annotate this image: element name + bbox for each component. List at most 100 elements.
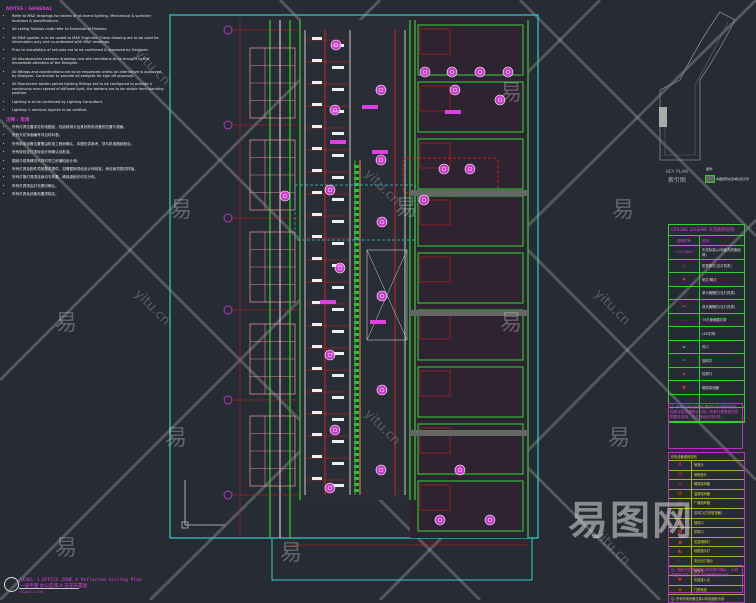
linear-light xyxy=(354,213,359,216)
dimension-tag xyxy=(332,418,344,421)
dimension-tag xyxy=(312,103,322,106)
linear-light xyxy=(354,303,359,306)
downlight xyxy=(329,424,341,436)
legend-row: ▫ 单头格栅灯(见灯具表) xyxy=(669,286,744,300)
key-plan-note: 图例: xyxy=(706,167,714,171)
legend-desc: LED灯带 xyxy=(702,331,716,336)
legend-desc: 双头格栅灯(见灯具表) xyxy=(702,304,736,309)
legend-symbol: — xyxy=(669,313,700,326)
downlight xyxy=(484,514,496,526)
legend-row: ▬ 风口 xyxy=(669,340,744,354)
mep-symbol: ⊗ xyxy=(669,461,692,470)
dimension-tag xyxy=(312,213,322,216)
legend-desc: 射灯/筒灯 xyxy=(702,277,717,282)
linear-light xyxy=(354,477,359,480)
mep-desc: 疏散指示灯 xyxy=(694,549,710,554)
dimension-tag xyxy=(332,396,344,399)
mep-desc: 侧喷淋头 xyxy=(694,472,707,477)
ceiling-level-tag xyxy=(370,320,386,324)
linear-light xyxy=(354,177,359,180)
legend-symbol: ◉ xyxy=(669,273,700,286)
downlight xyxy=(474,66,486,78)
legend-row: ◎ 防雾筒灯(见灯具表) xyxy=(669,259,744,273)
mep-desc: 应急照明灯 xyxy=(694,539,710,544)
linear-light xyxy=(354,219,359,222)
downlight xyxy=(324,482,336,494)
dimension-tag xyxy=(332,220,344,223)
structural-beam xyxy=(410,190,528,196)
dimension-tag xyxy=(332,308,344,311)
downlight xyxy=(324,184,336,196)
linear-light xyxy=(354,441,359,444)
grid-bubble xyxy=(223,395,233,405)
linear-light xyxy=(354,183,359,186)
downlight xyxy=(279,190,291,202)
key-plan-label: KEY PLAN 索引图 xyxy=(666,170,688,184)
downlight xyxy=(376,216,388,228)
sheet-frame-extension xyxy=(271,537,533,581)
linear-light xyxy=(354,267,359,270)
key-plan-swatch-label: 本图纸所在区域位置示意 xyxy=(716,177,750,181)
linear-light xyxy=(354,411,359,414)
legend-desc: 单头格栅灯(见灯具表) xyxy=(702,291,736,296)
linear-light xyxy=(354,465,359,468)
structural-beam xyxy=(410,430,528,436)
mep-legend-row: ◣ 疏散指示灯 xyxy=(669,546,744,556)
watermark-char: 易 xyxy=(500,81,523,106)
linear-light xyxy=(354,261,359,264)
dimension-tag xyxy=(332,440,344,443)
downlight xyxy=(330,39,342,51)
linear-light xyxy=(354,369,359,372)
dimension-tag xyxy=(332,242,344,245)
linear-light xyxy=(354,405,359,408)
mep-desc: 烟感探测器 xyxy=(694,482,710,487)
linear-light xyxy=(354,171,359,174)
dimension-tag xyxy=(312,169,322,172)
downlight xyxy=(446,66,458,78)
dimension-tag xyxy=(312,147,322,150)
title-underline xyxy=(19,588,79,589)
legend-row: +CL-3000 天花标高(从地面完成面起算) xyxy=(669,246,744,260)
downlight xyxy=(454,464,466,476)
ceiling-legend-note: 注: 所有灯具及设备位置须与机电图纸配合，如有冲突须通知设计师。所有灯具需按灯具… xyxy=(668,403,743,449)
dimension-tag xyxy=(312,345,322,348)
legend-symbol: ■ xyxy=(669,381,700,394)
downlight xyxy=(419,66,431,78)
dimension-tag xyxy=(332,154,344,157)
linear-light xyxy=(354,195,359,198)
linear-light xyxy=(354,285,359,288)
linear-light xyxy=(354,345,359,348)
legend-desc: 天花标高(从地面完成面起算) xyxy=(702,248,741,258)
key-plan-title-cn: 索引图 xyxy=(667,177,686,184)
linear-light xyxy=(354,453,359,456)
ceiling-level-tag xyxy=(320,300,336,304)
legend-desc: 风口 xyxy=(702,345,709,350)
dimension-tag xyxy=(332,88,344,91)
linear-light xyxy=(354,357,359,360)
mep-legend-title: 机电设备图例说明 xyxy=(671,455,697,459)
linear-light xyxy=(354,333,359,336)
linear-light xyxy=(354,459,359,462)
downlight xyxy=(375,154,387,166)
downlight xyxy=(329,104,341,116)
linear-light xyxy=(354,417,359,420)
legend-desc: 检修口 xyxy=(702,372,713,377)
linear-light xyxy=(354,189,359,192)
grid-bubble xyxy=(223,305,233,315)
dimension-tag xyxy=(312,411,322,414)
grid-bubble xyxy=(223,213,233,223)
ceiling-legend-header: 图例符号 说明 xyxy=(669,236,744,246)
linear-light xyxy=(354,489,359,492)
dimension-tag xyxy=(332,374,344,377)
legend-row: — T5灯管暗藏灯带 xyxy=(669,313,744,327)
dimension-tag xyxy=(332,198,344,201)
dimension-tag xyxy=(312,279,322,282)
key-plan-detail xyxy=(664,21,729,156)
linear-light xyxy=(354,273,359,276)
downlight xyxy=(376,384,388,396)
linear-light xyxy=(354,237,359,240)
legend-symbol: ▬ xyxy=(669,340,700,353)
linear-light xyxy=(354,315,359,318)
dimension-tag xyxy=(332,66,344,69)
linear-light xyxy=(354,399,359,402)
